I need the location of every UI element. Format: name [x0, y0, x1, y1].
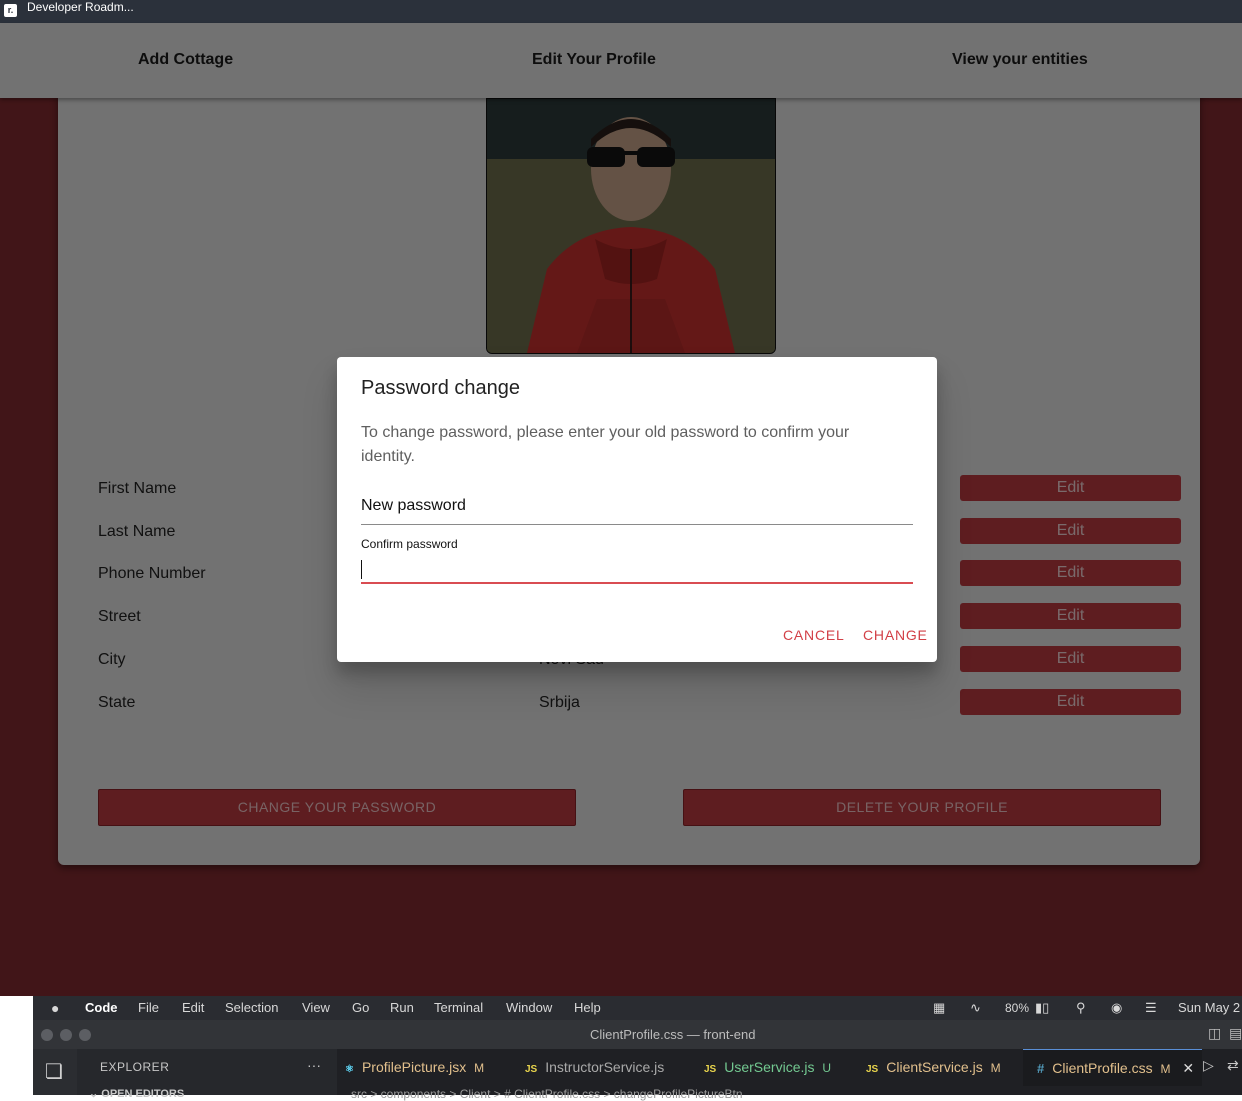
window-minimize-dot[interactable] [60, 1029, 72, 1041]
breadcrumb[interactable]: src > components > Client > # ClientProf… [351, 1087, 743, 1101]
menu-run[interactable]: Run [390, 1000, 414, 1015]
tab-client-service-name: ClientService.js [886, 1059, 983, 1075]
wifi-icon[interactable]: ∿ [970, 1000, 981, 1016]
text-cursor [361, 560, 362, 579]
new-password-field[interactable] [361, 497, 913, 525]
search-icon[interactable]: ⚲ [1076, 1000, 1086, 1016]
tab-client-profile-css[interactable]: # ClientProfile.css M ✕ [1023, 1049, 1203, 1086]
browser-tab-title[interactable]: Developer Roadm... [27, 0, 134, 14]
tab-user-service-name: UserService.js [724, 1059, 815, 1075]
activity-bar: ❏ [33, 1049, 77, 1095]
battery-percent: 80% [1005, 1001, 1030, 1015]
tab-instructor-service[interactable]: JS InstructorService.js [525, 1049, 664, 1085]
tab-status-badge: M [474, 1061, 485, 1075]
cancel-button[interactable]: CANCEL [783, 627, 845, 643]
apple-icon[interactable]: ● [51, 1000, 59, 1016]
control-center-icon[interactable]: ☰ [1145, 1000, 1157, 1016]
battery-icon[interactable]: ▮▯ [1035, 1000, 1049, 1016]
run-icon[interactable]: ▷ [1203, 1057, 1214, 1074]
menu-help[interactable]: Help [574, 1000, 601, 1015]
menubar-clock: Sun May 2 [1178, 1000, 1241, 1015]
tab-status-badge: U [822, 1061, 832, 1075]
tab-profile-picture[interactable]: ⚛ ProfilePicture.jsx M [345, 1049, 484, 1085]
vscode-window-title: ClientProfile.css — front-end [590, 1027, 756, 1042]
tab-status-badge: M [990, 1061, 1001, 1075]
desktop-edge [0, 996, 33, 1095]
menu-app-name[interactable]: Code [85, 1000, 118, 1015]
menu-file[interactable]: File [138, 1000, 159, 1015]
explorer-header: EXPLORER [100, 1060, 170, 1074]
mac-menubar: ● Code File Edit Selection View Go Run T… [33, 996, 1242, 1020]
menu-view[interactable]: View [302, 1000, 330, 1015]
css-file-icon: # [1037, 1061, 1045, 1076]
window-maximize-dot[interactable] [79, 1029, 91, 1041]
tab-client-service[interactable]: JS ClientService.js M [866, 1049, 1001, 1085]
open-editors-label: OPEN EDITORS [101, 1088, 185, 1100]
toggle-panel-icon[interactable]: ▤ [1229, 1025, 1242, 1042]
explorer-more-icon[interactable]: ··· [307, 1057, 321, 1073]
new-password-input[interactable] [361, 497, 913, 515]
window-close-dot[interactable] [41, 1029, 53, 1041]
confirm-password-field[interactable] [361, 556, 913, 584]
toggle-sidebar-icon[interactable]: ◫ [1208, 1025, 1221, 1042]
menu-window[interactable]: Window [506, 1000, 552, 1015]
react-file-icon: ⚛ [345, 1064, 354, 1075]
open-editors-section[interactable]: ⌄ OPEN EDITORS [89, 1087, 184, 1100]
change-button[interactable]: CHANGE [863, 627, 928, 643]
js-file-icon: JS [704, 1064, 717, 1075]
siri-icon[interactable]: ◉ [1111, 1000, 1122, 1016]
compare-icon[interactable]: ⇄ [1227, 1057, 1239, 1074]
js-file-icon: JS [525, 1064, 538, 1075]
vscode-body: ❏ EXPLORER ··· ⌄ OPEN EDITORS ⚛ ProfilePi… [33, 1049, 1242, 1101]
tab-user-service[interactable]: JS UserService.js U [704, 1049, 831, 1085]
vscode-titlebar: ClientProfile.css — front-end ◫ ▤ [33, 1020, 1242, 1049]
explorer-files-icon[interactable]: ❏ [45, 1059, 63, 1084]
tab-instructor-service-name: InstructorService.js [545, 1059, 665, 1075]
browser-title-bar: r. Developer Roadm... [0, 0, 1242, 23]
menu-edit[interactable]: Edit [182, 1000, 204, 1015]
tab-profile-picture-name: ProfilePicture.jsx [361, 1059, 467, 1075]
js-file-icon: JS [866, 1064, 879, 1075]
confirm-password-label: Confirm password [361, 537, 458, 551]
tab-status-badge: M [1160, 1062, 1171, 1076]
tab-client-profile-css-name: ClientProfile.css [1052, 1060, 1153, 1076]
dialog-description: To change password, please enter your ol… [361, 424, 850, 465]
menu-go[interactable]: Go [352, 1000, 369, 1015]
explorer-panel: EXPLORER ··· ⌄ OPEN EDITORS [77, 1049, 337, 1100]
password-change-dialog: Password change To change password, plea… [337, 357, 937, 662]
dialog-title: Password change [361, 377, 520, 399]
menu-terminal[interactable]: Terminal [434, 1000, 483, 1015]
app-favicon-icon: r. [4, 4, 17, 17]
tab-close-icon[interactable]: ✕ [1182, 1060, 1194, 1076]
widgets-icon[interactable]: ▦ [933, 1000, 945, 1016]
menu-selection[interactable]: Selection [225, 1000, 278, 1015]
